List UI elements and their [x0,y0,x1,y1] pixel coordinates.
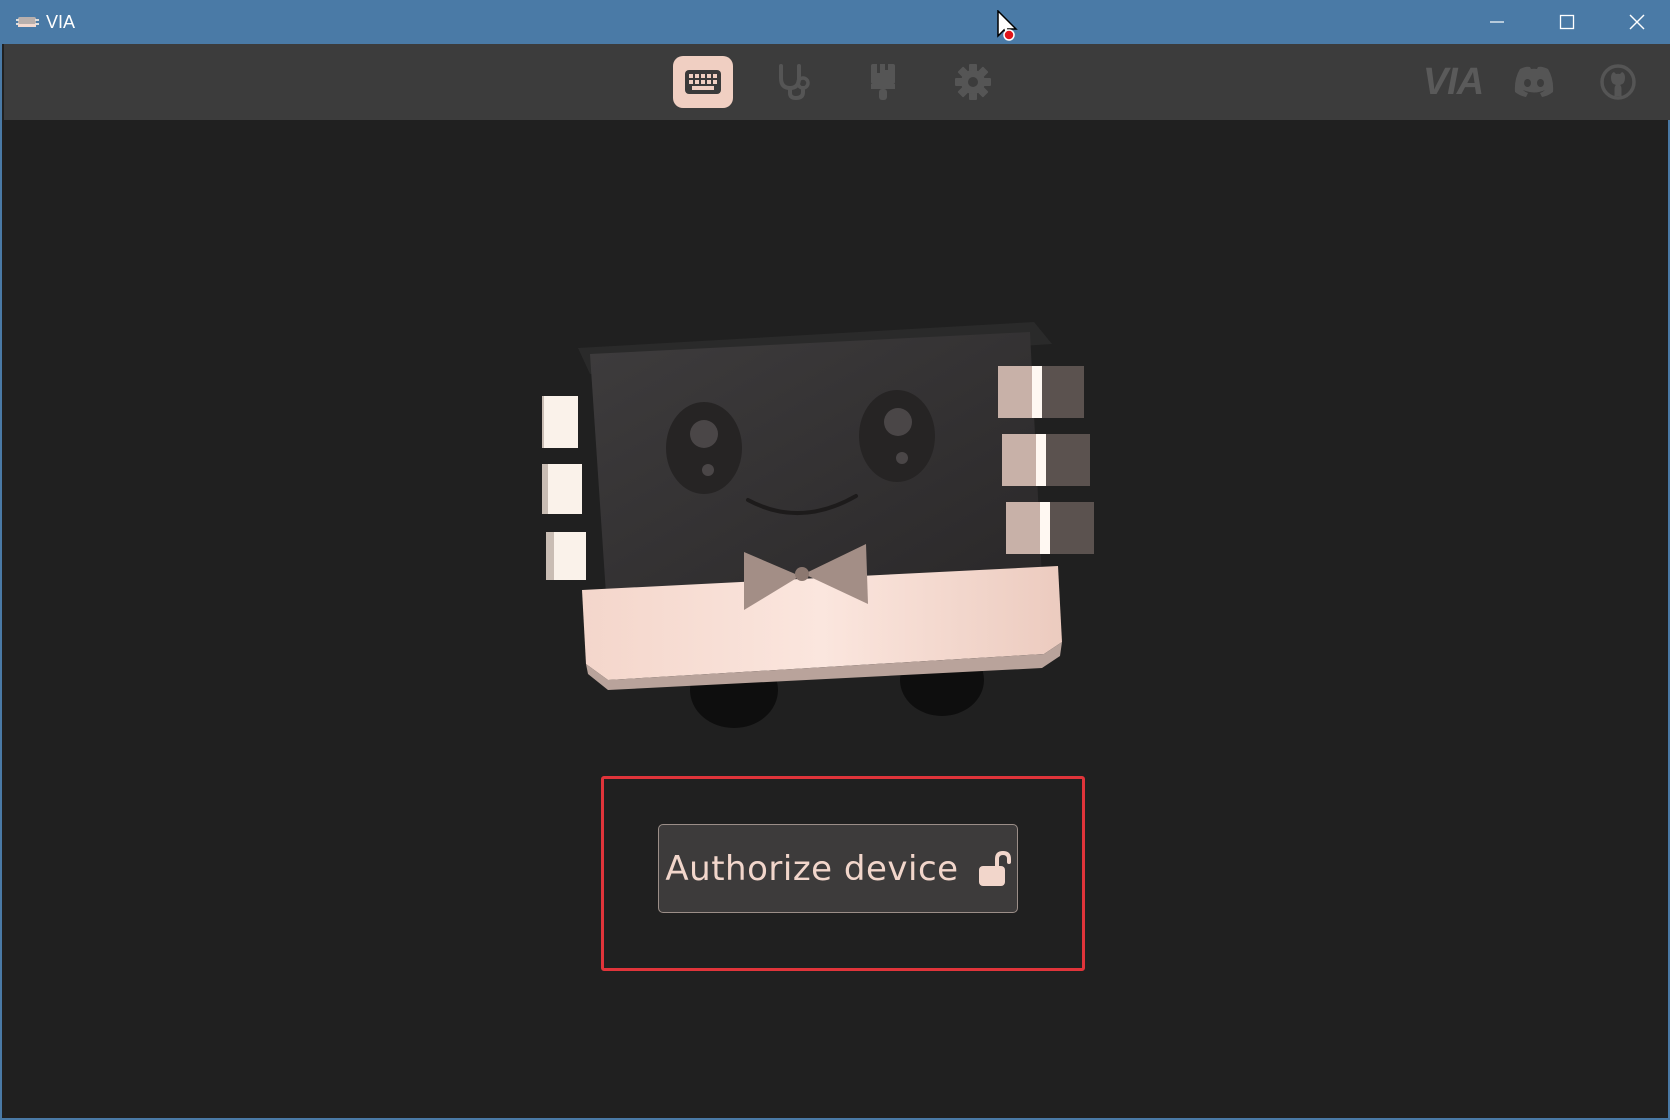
close-button[interactable] [1602,0,1670,44]
minimize-icon [1490,21,1504,23]
maximize-icon [1559,14,1575,30]
discord-icon [1514,66,1554,97]
discord-link[interactable] [1509,60,1559,104]
gear-icon [955,64,991,100]
via-logo: VIA [1422,60,1484,103]
app-icon [16,14,40,30]
minimize-button[interactable] [1462,0,1532,44]
tab-configure[interactable] [673,56,733,108]
authorize-button-label: Authorize device [665,848,959,889]
stethoscope-icon [779,64,810,101]
via-link[interactable]: VIA [1418,60,1488,104]
window-controls [1462,0,1670,44]
unlock-icon [978,850,1011,886]
tab-design[interactable] [853,56,913,108]
github-link[interactable] [1596,60,1640,104]
authorize-device-button[interactable]: Authorize device [658,824,1018,913]
github-icon [1600,64,1636,100]
tab-settings[interactable] [943,56,1003,108]
mouse-cursor-icon [997,10,1018,42]
app-window: VIA VIA Authorize device [0,0,1670,1120]
close-icon [1629,14,1645,30]
mascot-robot-illustration [542,322,1094,728]
window-title: VIA [46,11,76,32]
paintbrush-icon [871,64,895,100]
keyboard-icon [685,70,721,94]
app-toolbar: VIA [4,44,1670,120]
tab-test[interactable] [763,56,823,108]
maximize-button[interactable] [1532,0,1602,44]
title-bar: VIA [2,0,1670,44]
